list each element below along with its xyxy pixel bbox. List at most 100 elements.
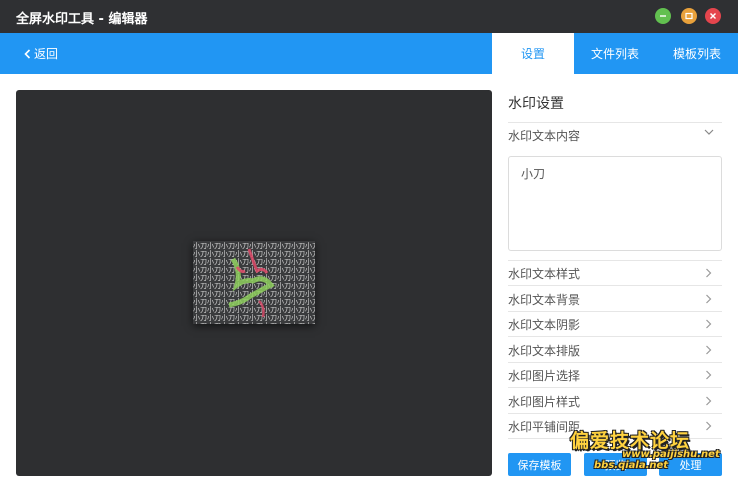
watermark-tile: 小刀	[291, 249, 305, 258]
watermark-tile: 小刀	[277, 281, 291, 290]
watermark-tile: 小刀	[291, 305, 305, 314]
watermark-tile: 小刀	[291, 297, 305, 306]
close-icon	[710, 13, 716, 19]
watermark-tile: 小刀	[249, 321, 263, 324]
watermark-tile: 小刀	[249, 313, 263, 322]
chevron-right-icon	[706, 268, 712, 278]
watermark-tile: 小刀	[305, 273, 315, 282]
watermark-tile: 小刀	[235, 305, 249, 314]
watermark-tile: 小刀	[263, 321, 277, 324]
watermark-tile: 小刀	[277, 249, 291, 258]
section-row[interactable]: 水印文本背景	[508, 287, 722, 312]
preview-image: 小刀小刀小刀小刀小刀小刀小刀小刀小刀小刀小刀小刀小刀小刀小刀小刀小刀小刀小刀小刀…	[193, 241, 315, 324]
watermark-tile: 小刀	[305, 289, 315, 298]
watermark-tile: 小刀	[263, 297, 277, 306]
watermarked-image-preview: 小刀小刀小刀小刀小刀小刀小刀小刀小刀小刀小刀小刀小刀小刀小刀小刀小刀小刀小刀小刀…	[193, 241, 315, 324]
watermark-tile: 小刀	[263, 249, 277, 258]
watermark-tile: 小刀	[291, 265, 305, 274]
watermark-tile: 小刀	[193, 305, 207, 314]
watermark-tile: 小刀	[207, 305, 221, 314]
watermark-tile: 小刀	[221, 249, 235, 258]
watermark-tile: 小刀	[277, 313, 291, 322]
watermark-tile: 小刀	[221, 241, 235, 250]
watermark-tile: 小刀	[263, 241, 277, 250]
watermark-tile: 小刀	[193, 249, 207, 258]
panel-title: 水印设置	[508, 96, 564, 112]
watermark-tile: 小刀	[249, 241, 263, 250]
watermark-tile: 小刀	[207, 321, 221, 324]
watermark-tile: 小刀	[221, 321, 235, 324]
watermark-tile: 小刀	[193, 241, 207, 250]
section-row-label: 水印文本样式	[508, 266, 581, 281]
watermark-tile: 小刀	[291, 281, 305, 290]
watermark-tile: 小刀	[277, 265, 291, 274]
watermark-tile: 小刀	[207, 257, 221, 266]
watermark-tile: 小刀	[277, 321, 291, 324]
section-row[interactable]: 水印图片选择	[508, 363, 722, 388]
watermark-tile: 小刀	[249, 305, 263, 314]
window-title: 全屏水印工具 - 编辑器	[16, 12, 148, 27]
watermark-tile: 小刀	[207, 249, 221, 258]
watermark-tile: 小刀	[207, 273, 221, 282]
watermark-tile: 小刀	[277, 273, 291, 282]
maximize-button[interactable]	[681, 8, 697, 24]
watermark-tile: 小刀	[193, 313, 207, 322]
watermark-tile: 小刀	[193, 273, 207, 282]
section-row-label: 水印文本排版	[508, 343, 581, 358]
preview-canvas[interactable]: 小刀小刀小刀小刀小刀小刀小刀小刀小刀小刀小刀小刀小刀小刀小刀小刀小刀小刀小刀小刀…	[16, 90, 492, 476]
watermark-tile: 小刀	[291, 321, 305, 324]
section-row[interactable]: 水印图片样式	[508, 389, 722, 414]
watermark-tile: 小刀	[277, 241, 291, 250]
watermark-tile: 小刀	[305, 305, 315, 314]
watermark-tile: 小刀	[291, 313, 305, 322]
section-row-label: 水印文本背景	[508, 292, 581, 307]
section-row[interactable]: 水印文本排版	[508, 338, 722, 363]
watermark-tile: 小刀	[305, 265, 315, 274]
watermark-tile: 小刀	[263, 313, 277, 322]
watermark-tile: 小刀	[193, 321, 207, 324]
watermark-tile: 小刀	[277, 305, 291, 314]
tab-file-list[interactable]: 文件列表	[574, 33, 656, 74]
maximize-icon	[685, 12, 693, 20]
watermark-tile: 小刀	[235, 321, 249, 324]
nav-bar: 返回 设置 文件列表 模板列表	[0, 33, 738, 74]
chevron-down-icon	[704, 129, 714, 135]
section-row-label: 水印文本阴影	[508, 317, 581, 332]
chevron-right-icon	[706, 345, 712, 355]
forum-watermark-url-2: bbs.qiala.net	[594, 460, 669, 471]
close-button[interactable]	[705, 8, 721, 24]
section-row[interactable]: 水印文本样式	[508, 261, 722, 286]
watermark-text-input[interactable]	[508, 156, 722, 251]
chevron-right-icon	[706, 319, 712, 329]
section-text-content-label: 水印文本内容	[508, 128, 581, 143]
chevron-left-icon	[24, 48, 31, 59]
watermark-tile: 小刀	[291, 257, 305, 266]
section-text-content[interactable]: 水印文本内容	[508, 123, 722, 147]
chevron-right-icon	[706, 421, 712, 431]
watermark-tile: 小刀	[207, 313, 221, 322]
section-row[interactable]: 水印文本阴影	[508, 312, 722, 337]
watermark-tile: 小刀	[277, 297, 291, 306]
chevron-right-icon	[706, 396, 712, 406]
watermark-tile: 小刀	[207, 297, 221, 306]
chevron-right-icon	[706, 294, 712, 304]
tab-template-list[interactable]: 模板列表	[656, 33, 738, 74]
tab-settings[interactable]: 设置	[492, 33, 574, 74]
watermark-tile: 小刀	[235, 313, 249, 322]
watermark-tile: 小刀	[221, 281, 235, 290]
watermark-tile: 小刀	[221, 265, 235, 274]
save-template-button[interactable]: 保存模板	[508, 453, 571, 476]
watermark-tile: 小刀	[291, 241, 305, 250]
watermark-tile: 小刀	[263, 305, 277, 314]
watermark-tile: 小刀	[193, 257, 207, 266]
watermark-tile: 小刀	[193, 265, 207, 274]
watermark-tile: 小刀	[193, 297, 207, 306]
back-label: 返回	[34, 47, 59, 61]
back-button[interactable]: 返回	[24, 33, 58, 74]
minimize-button[interactable]	[655, 8, 671, 24]
watermark-tile: 小刀	[193, 289, 207, 298]
chevron-right-icon	[706, 370, 712, 380]
watermark-tile: 小刀	[305, 313, 315, 322]
watermark-tile: 小刀	[235, 241, 249, 250]
watermark-tile: 小刀	[291, 273, 305, 282]
